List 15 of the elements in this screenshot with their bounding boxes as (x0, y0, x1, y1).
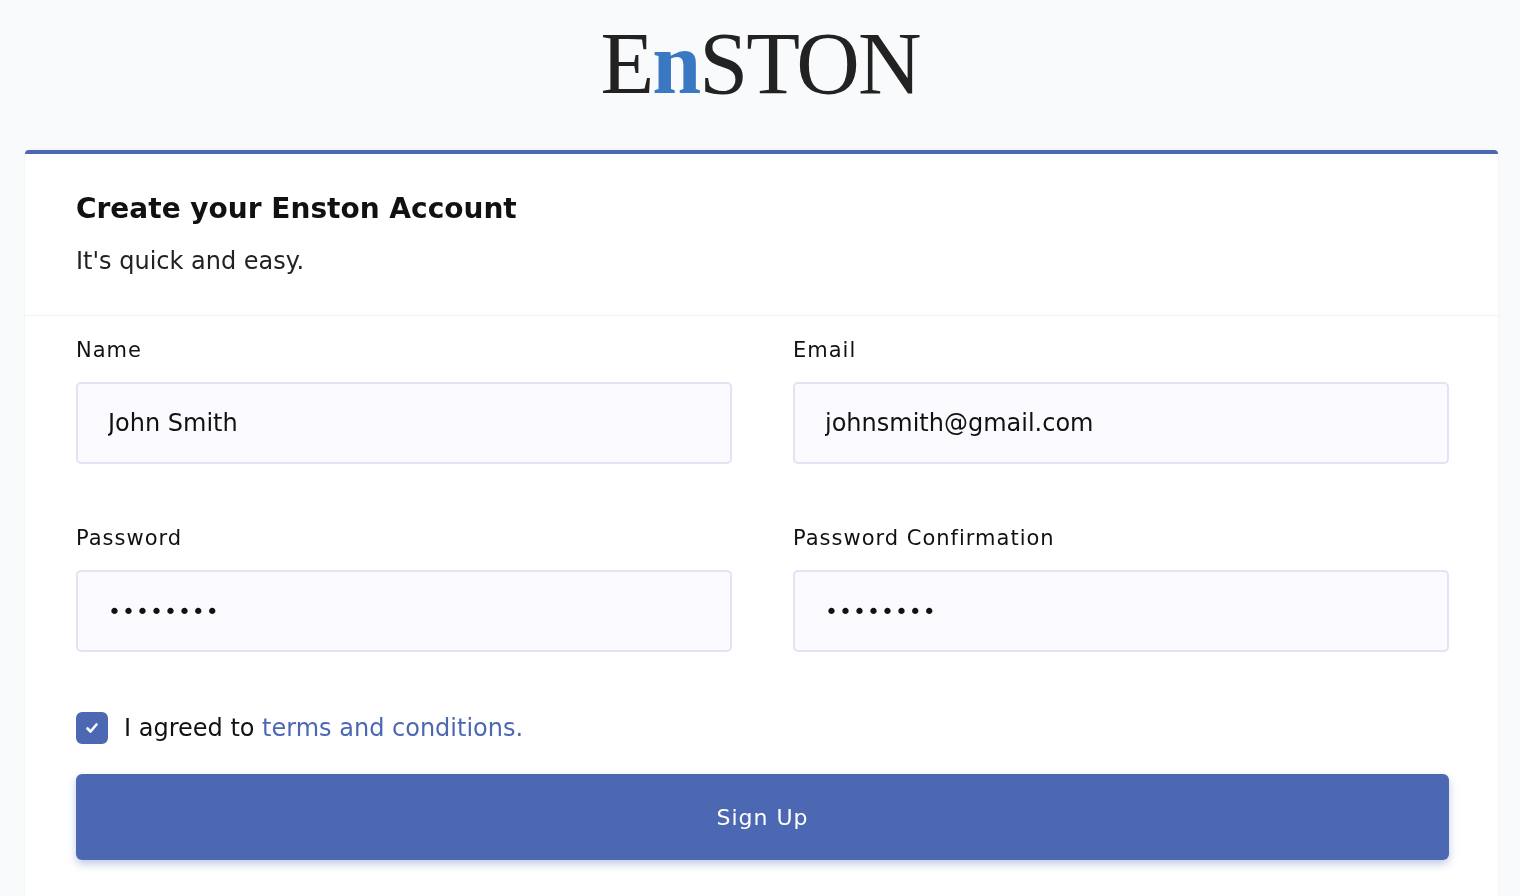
field-label: Email (793, 338, 857, 362)
agreement-text: I agreed to terms and conditions. (124, 714, 524, 742)
form-title: Create your Enston Account (76, 192, 518, 225)
input-field[interactable]: johnsmith@gmail.com (793, 382, 1449, 464)
input-field[interactable]: •••••••• (793, 570, 1449, 652)
terms-link[interactable]: terms and conditions. (262, 714, 524, 742)
field-label: Name (76, 338, 142, 362)
form-subtitle: It's quick and easy. (76, 247, 306, 275)
field-label: Password (76, 526, 183, 550)
sign-up-button[interactable]: Sign Up (76, 774, 1449, 860)
check-icon (85, 721, 99, 735)
input-field[interactable]: •••••••• (76, 570, 732, 652)
agree-checkbox[interactable] (76, 712, 108, 744)
logo: EnSTON (599, 22, 921, 106)
field-label: Password Confirmation (793, 526, 1055, 550)
